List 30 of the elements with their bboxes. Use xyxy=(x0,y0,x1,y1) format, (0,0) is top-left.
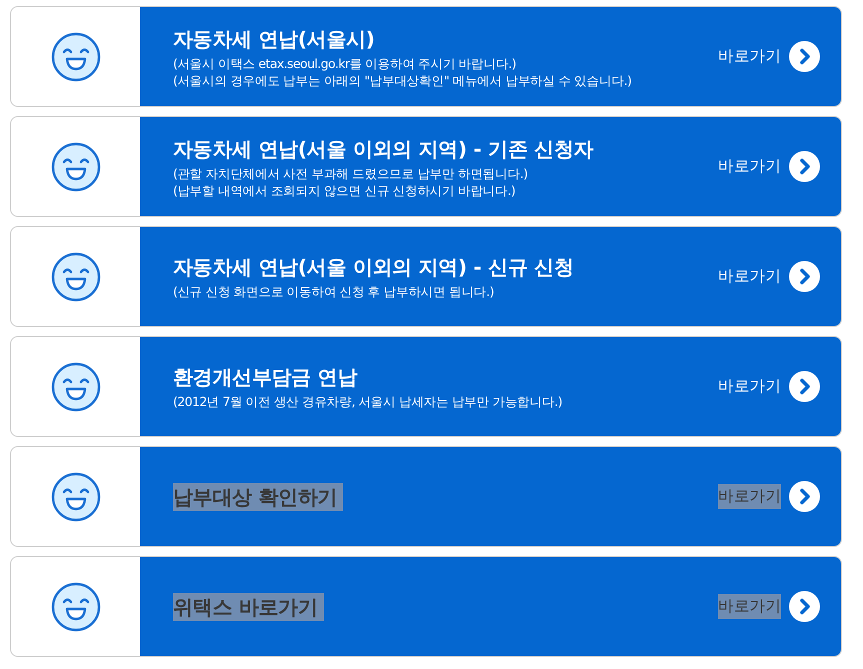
card-title: 위택스 바로가기 xyxy=(173,592,324,620)
card-title: 자동차세 연납(서울 이외의 지역) - 기존 신청자 xyxy=(173,136,594,162)
shortcut-link[interactable]: 바로가기 xyxy=(718,41,820,72)
shortcut-link[interactable]: 바로가기 xyxy=(718,371,820,402)
card-note: (신규 신청 화면으로 이동하여 신청 후 납부하시면 됩니다.) xyxy=(173,283,494,300)
shortcut-link[interactable]: 바로가기 xyxy=(718,151,820,182)
card-title: 환경개선부담금 연납 xyxy=(173,364,357,391)
card-note: (서울시의 경우에도 납부는 아래의 "납부대상확인" 메뉴에서 납부하실 수 있습니다.) xyxy=(173,72,632,88)
smiley-icon xyxy=(50,582,100,632)
card-title: 자동차세 연납(서울 이외의 지역) - 신규 신청 xyxy=(173,254,574,281)
card-note: (서울시 이택스 etax.seoul.go.kr를 이용하여 주시기 바랍니다.) xyxy=(173,54,517,72)
shortcut-link[interactable]: 바로가기 xyxy=(718,261,820,292)
shortcut-link[interactable]: 바로가기 xyxy=(718,481,820,512)
card-title: 자동차세 연납(서울시) xyxy=(173,26,375,52)
smiley-icon xyxy=(50,362,100,412)
chevron-right-icon xyxy=(789,151,820,182)
card-note: (관할 자치단체에서 사전 부과해 드렸으므로 납부만 하면됩니다.) xyxy=(173,164,528,182)
chevron-right-icon xyxy=(789,591,820,622)
card-note: (2012년 7월 이전 생산 경유차량, 서울시 납세자는 납부만 가능합니다.) xyxy=(173,393,562,410)
chevron-right-icon xyxy=(789,481,820,512)
card-title: 납부대상 확인하기 xyxy=(173,482,344,510)
shortcut-link[interactable]: 바로가기 xyxy=(718,591,820,622)
chevron-right-icon xyxy=(789,261,820,292)
card-note: (납부할 내역에서 조회되지 않으면 신규 신청하시기 바랍니다.) xyxy=(173,182,516,198)
smiley-icon xyxy=(50,32,100,82)
smiley-icon xyxy=(50,142,100,192)
chevron-right-icon xyxy=(789,41,820,72)
smiley-icon xyxy=(50,472,100,522)
smiley-icon xyxy=(50,252,100,302)
chevron-right-icon xyxy=(789,371,820,402)
